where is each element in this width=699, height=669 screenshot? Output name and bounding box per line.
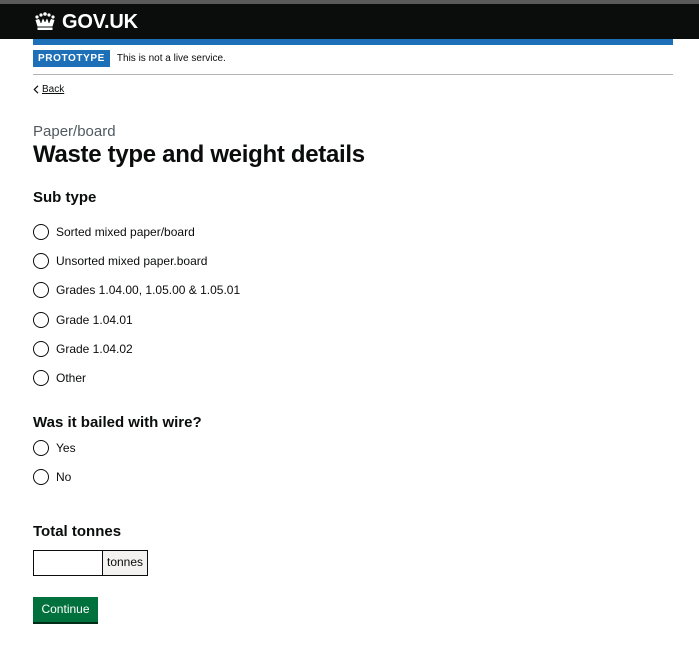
radio-label[interactable]: Sorted mixed paper/board <box>56 223 195 241</box>
radio-grade-1-04-02[interactable]: Grade 1.04.02 <box>33 340 133 358</box>
phase-banner: PROTOTYPE This is not a live service. <box>33 49 673 75</box>
radio-label[interactable]: Other <box>56 369 86 387</box>
radio-label[interactable]: No <box>56 468 71 486</box>
back-link[interactable]: Back <box>33 84 64 95</box>
radio-grade-1-04-01[interactable]: Grade 1.04.01 <box>33 311 133 329</box>
tonnes-suffix: tonnes <box>102 550 149 576</box>
phase-tag: PROTOTYPE <box>33 50 110 67</box>
header-blue-underline <box>33 39 673 45</box>
radio-label[interactable]: Grades 1.04.00, 1.05.00 & 1.05.01 <box>56 281 240 299</box>
bailed-legend: Was it bailed with wire? <box>33 414 202 431</box>
radio-other[interactable]: Other <box>33 369 86 387</box>
radio-label[interactable]: Unsorted mixed paper.board <box>56 252 207 270</box>
logo-text: GOV.UK <box>62 11 138 33</box>
chevron-left-icon <box>33 85 39 94</box>
page-caption: Paper/board <box>33 123 116 140</box>
radio-button[interactable] <box>33 253 49 269</box>
total-tonnes-group: tonnes <box>33 550 149 576</box>
radio-button[interactable] <box>33 341 49 357</box>
radio-button[interactable] <box>33 282 49 298</box>
page-title: Waste type and weight details <box>33 141 365 168</box>
radio-sorted-mixed[interactable]: Sorted mixed paper/board <box>33 223 195 241</box>
continue-button[interactable]: Continue <box>33 597 98 622</box>
radio-unsorted-mixed[interactable]: Unsorted mixed paper.board <box>33 252 207 270</box>
radio-bailed-no[interactable]: No <box>33 468 71 486</box>
radio-bailed-yes[interactable]: Yes <box>33 439 76 457</box>
radio-label[interactable]: Grade 1.04.01 <box>56 311 133 329</box>
govuk-header: GOV.UK <box>0 4 699 39</box>
radio-label[interactable]: Yes <box>56 439 76 457</box>
phase-banner-text: This is not a live service. <box>116 53 226 64</box>
total-tonnes-label: Total tonnes <box>33 523 122 540</box>
radio-button[interactable] <box>33 370 49 386</box>
radio-button[interactable] <box>33 440 49 456</box>
total-tonnes-input[interactable] <box>33 550 102 576</box>
radio-label[interactable]: Grade 1.04.02 <box>56 340 133 358</box>
radio-grades-multi[interactable]: Grades 1.04.00, 1.05.00 & 1.05.01 <box>33 281 240 299</box>
radio-button[interactable] <box>33 312 49 328</box>
radio-button[interactable] <box>33 224 49 240</box>
sub-type-legend: Sub type <box>33 189 97 206</box>
back-link-label: Back <box>42 84 65 95</box>
govuk-logo-link[interactable]: GOV.UK <box>33 10 138 34</box>
crown-icon <box>35 12 55 30</box>
radio-button[interactable] <box>33 469 49 485</box>
